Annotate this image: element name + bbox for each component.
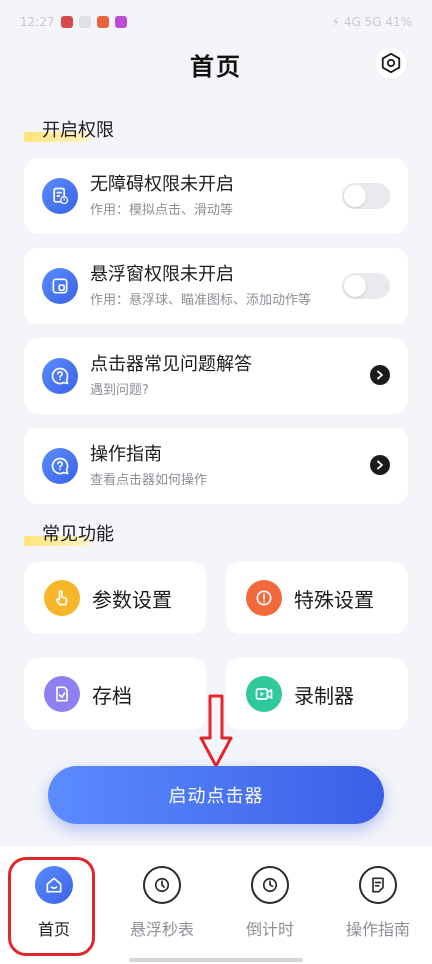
operation-guide-card[interactable]: 操作指南 查看点击器如何操作 xyxy=(24,428,408,504)
special-settings-tile[interactable]: 特殊设置 xyxy=(226,562,408,634)
tile-label: 参数设置 xyxy=(92,587,172,612)
tab-label: 倒计时 xyxy=(245,920,294,939)
home-icon xyxy=(35,866,73,904)
bottom-tab-bar: 首页 悬浮秒表 倒计时 操作指南 xyxy=(0,846,432,964)
card-subtitle: 作用：悬浮球、瞄准图标、添加动作等 xyxy=(90,293,312,308)
stopwatch-icon xyxy=(143,866,181,904)
tab-countdown[interactable]: 倒计时 xyxy=(216,846,324,964)
status-time: 12:27 xyxy=(20,15,55,29)
accessibility-toggle[interactable] xyxy=(342,183,390,209)
down-arrow-annotation-icon xyxy=(199,694,233,768)
hexagon-gear-icon xyxy=(381,52,401,74)
card-title: 无障碍权限未开启 xyxy=(90,174,234,195)
parameter-settings-tile[interactable]: 参数设置 xyxy=(24,562,206,634)
home-indicator[interactable] xyxy=(129,958,303,962)
question-bubble-icon xyxy=(42,358,78,394)
chevron-right-icon[interactable] xyxy=(370,455,390,475)
alert-circle-icon xyxy=(246,580,282,616)
status-indicators: ⚡ 4G 5G 41% xyxy=(331,15,412,29)
accessibility-permission-card[interactable]: 无障碍权限未开启 作用：模拟点击、滑动等 xyxy=(24,158,408,234)
tab-operation-guide[interactable]: 操作指南 xyxy=(324,846,432,964)
card-subtitle: 遇到问题? xyxy=(90,383,149,398)
archive-icon xyxy=(44,676,80,712)
chevron-right-icon[interactable] xyxy=(370,365,390,385)
app-notification-icon xyxy=(60,16,73,28)
app-notification-icon xyxy=(114,16,127,28)
page-title: 首页 xyxy=(190,52,242,81)
floating-window-permission-card[interactable]: 悬浮窗权限未开启 作用：悬浮球、瞄准图标、添加动作等 xyxy=(24,248,408,324)
tab-floating-stopwatch[interactable]: 悬浮秒表 xyxy=(108,846,216,964)
tile-label: 特殊设置 xyxy=(294,587,374,612)
clock-icon xyxy=(251,866,289,904)
section-title-features: 常见功能 xyxy=(24,520,114,548)
card-subtitle: 作用：模拟点击、滑动等 xyxy=(90,203,234,218)
section-title-permissions: 开启权限 xyxy=(24,116,114,144)
hand-pointer-icon xyxy=(44,580,80,616)
card-title: 点击器常见问题解答 xyxy=(90,354,252,375)
start-clicker-button[interactable]: 启动点击器 xyxy=(48,766,384,824)
page-header: 首页 xyxy=(0,40,432,88)
app-notification-icon xyxy=(96,16,109,28)
video-record-icon xyxy=(246,676,282,712)
card-title: 操作指南 xyxy=(90,444,162,465)
tab-label: 首页 xyxy=(37,920,70,939)
tile-label: 录制器 xyxy=(294,683,354,708)
settings-button[interactable] xyxy=(374,46,408,80)
tile-label: 存档 xyxy=(92,683,132,708)
tab-home[interactable]: 首页 xyxy=(0,846,108,964)
document-alert-icon xyxy=(42,178,78,214)
recorder-tile[interactable]: 录制器 xyxy=(226,658,408,730)
guide-doc-icon xyxy=(359,866,397,904)
faq-card[interactable]: 点击器常见问题解答 遇到问题? xyxy=(24,338,408,414)
status-bar: 12:27 ⚡ 4G 5G 41% xyxy=(0,0,432,44)
card-title: 悬浮窗权限未开启 xyxy=(90,264,234,285)
floating-window-toggle[interactable] xyxy=(342,273,390,299)
tab-label: 操作指南 xyxy=(345,920,410,939)
toggle-knob xyxy=(344,185,366,207)
card-subtitle: 查看点击器如何操作 xyxy=(90,473,208,488)
question-bubble-icon xyxy=(42,448,78,484)
toggle-knob xyxy=(344,275,366,297)
app-notification-icon xyxy=(78,16,91,28)
tab-label: 悬浮秒表 xyxy=(129,920,194,939)
archive-tile[interactable]: 存档 xyxy=(24,658,206,730)
floating-window-icon xyxy=(42,268,78,304)
